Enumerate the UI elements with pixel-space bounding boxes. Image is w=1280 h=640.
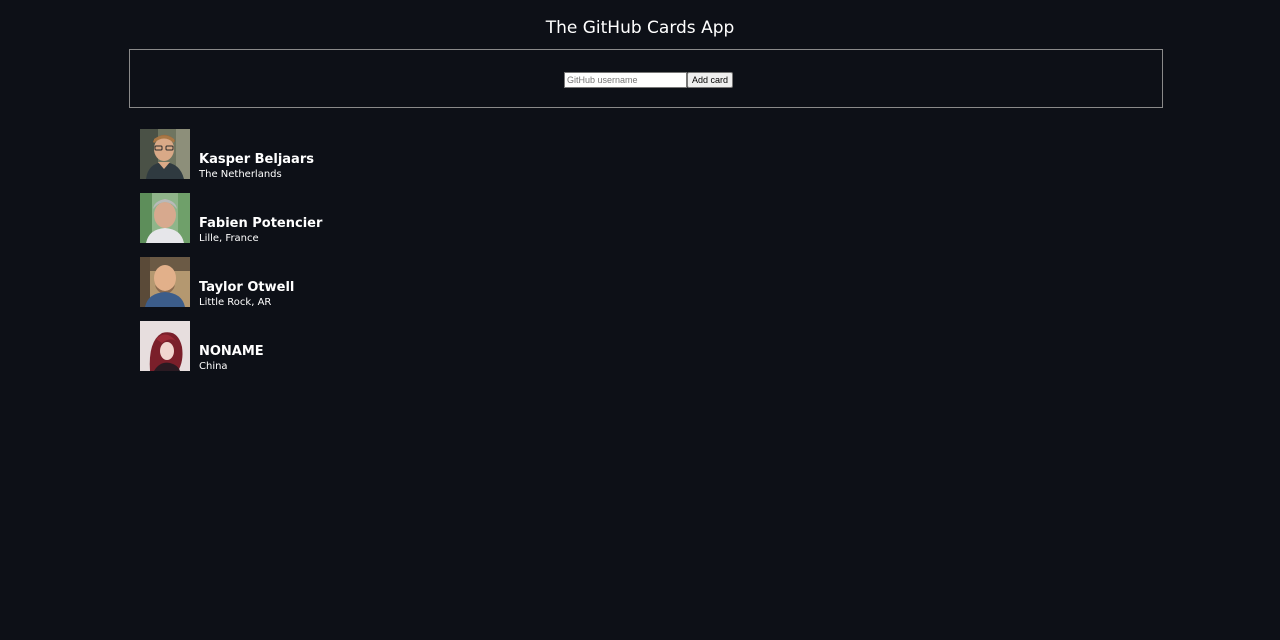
card-name: Taylor Otwell [199,280,295,295]
avatar-photo-icon [140,193,190,243]
profile-card: Taylor Otwell Little Rock, AR [140,257,322,308]
avatar [140,129,190,179]
app-title: The GitHub Cards App [545,18,735,38]
card-company: Lille, France [199,233,259,244]
profile-card: Fabien Potencier Lille, France [140,193,322,244]
avatar-photo-icon [140,321,190,371]
card-info: NONAME China [199,344,264,373]
card-company: China [199,361,228,372]
add-card-form: Add card [129,49,1163,108]
card-company: The Netherlands [199,169,282,180]
card-company: Little Rock, AR [199,297,272,308]
github-cards-page: The GitHub Cards App Add card [0,0,1280,640]
profile-card: NONAME China [140,321,322,372]
profile-card: Kasper Beljaars The Netherlands [140,129,322,180]
avatar-photo-icon [140,129,190,179]
avatar-photo-icon [140,257,190,307]
card-name: Kasper Beljaars [199,152,314,167]
card-name: NONAME [199,344,264,359]
avatar [140,321,190,371]
form-row: Add card [564,72,734,88]
avatar [140,257,190,307]
card-info: Fabien Potencier Lille, France [199,216,322,245]
avatar [140,193,190,243]
card-list: Kasper Beljaars The Netherlands Fabien P… [140,129,322,385]
github-username-input[interactable] [564,72,687,88]
card-info: Taylor Otwell Little Rock, AR [199,280,294,309]
add-card-button[interactable]: Add card [687,72,734,88]
card-info: Kasper Beljaars The Netherlands [199,152,314,181]
card-name: Fabien Potencier [199,216,323,231]
